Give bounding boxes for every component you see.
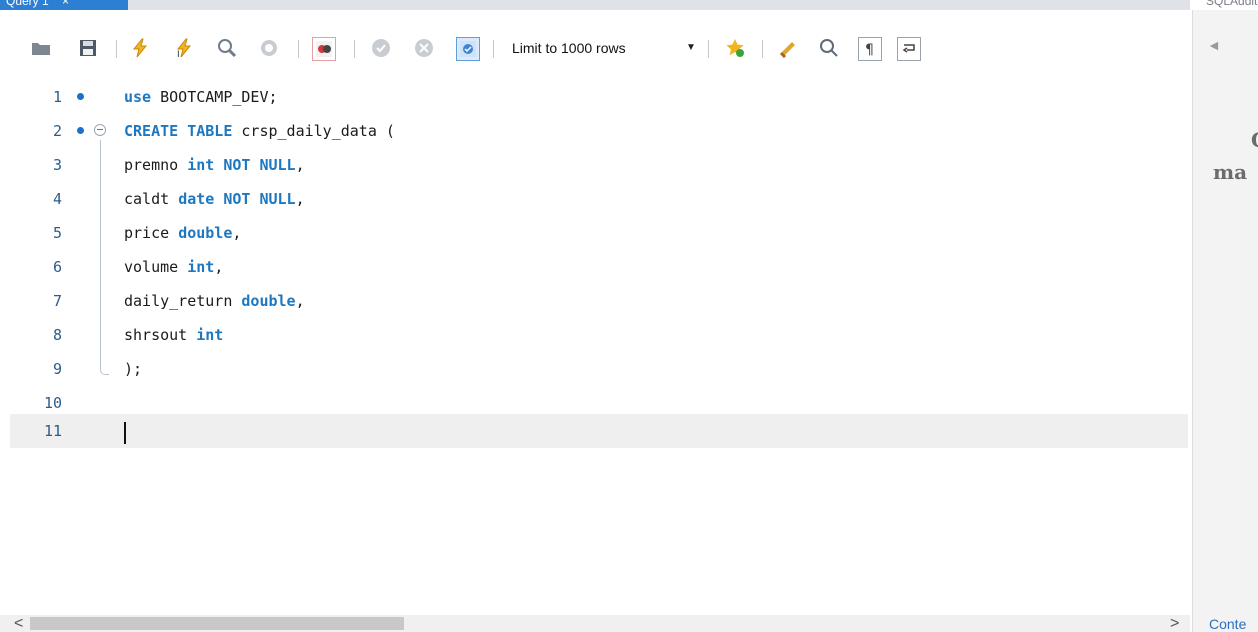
- statement-marker: [77, 127, 84, 134]
- line-number: 9: [52, 360, 62, 378]
- line-number: 6: [52, 258, 62, 276]
- code-line: 8 shrsout int: [10, 318, 1188, 352]
- scroll-left-icon[interactable]: <: [14, 615, 23, 632]
- back-arrow-icon[interactable]: ◄: [1207, 37, 1221, 53]
- execute-statement-icon[interactable]: I: [173, 37, 195, 59]
- chevron-down-icon: ▼: [686, 42, 696, 53]
- open-folder-icon[interactable]: [30, 37, 52, 59]
- limit-rows-select[interactable]: Limit to 1000 rows ▼: [498, 36, 698, 60]
- svg-text:¶: ¶: [865, 42, 874, 58]
- code-line: 3 premno int NOT NULL,: [10, 148, 1188, 182]
- word-wrap-icon[interactable]: [897, 37, 921, 61]
- code-text: premno int NOT NULL,: [124, 156, 305, 174]
- tab-close-icon[interactable]: ×: [62, 0, 69, 8]
- code-text: CREATE TABLE crsp_daily_data (: [124, 122, 395, 140]
- code-text: price double,: [124, 224, 242, 242]
- fold-guide-line: [100, 140, 101, 366]
- code-line: 1 use BOOTCAMP_DEV;: [10, 80, 1188, 114]
- code-line: 4 caldt date NOT NULL,: [10, 182, 1188, 216]
- code-line: 2 CREATE TABLE crsp_daily_data (: [10, 114, 1188, 148]
- code-text: volume int,: [124, 258, 224, 276]
- svg-text:I: I: [177, 50, 180, 58]
- tab-title: Query 1: [6, 0, 49, 8]
- code-line: 9 );: [10, 352, 1188, 386]
- statement-marker: [77, 93, 84, 100]
- tab-sql-additions[interactable]: SQLAdditions: [1192, 0, 1258, 10]
- help-text-line-1: C: [1251, 128, 1258, 152]
- commit-icon[interactable]: [370, 37, 392, 59]
- line-number: 3: [52, 156, 62, 174]
- code-line: 5 price double,: [10, 216, 1188, 250]
- query-toolbar: I Limit to 1000 rows ▼ ¶: [0, 10, 1190, 80]
- stop-icon[interactable]: [258, 37, 280, 59]
- code-text: daily_return double,: [124, 292, 305, 310]
- line-number: 2: [52, 122, 62, 140]
- help-text-line-2: ma: [1213, 160, 1248, 184]
- tab-strip: Query 1 ×: [0, 0, 1190, 10]
- code-text: );: [124, 360, 143, 378]
- save-icon[interactable]: [77, 37, 99, 59]
- toggle-error-icon[interactable]: [312, 37, 336, 61]
- limit-rows-label: Limit to 1000 rows: [512, 40, 626, 56]
- code-line: 7 daily_return double,: [10, 284, 1188, 318]
- line-number: 11: [43, 422, 62, 440]
- horizontal-scrollbar[interactable]: < >: [0, 615, 1190, 632]
- beautify-broom-icon[interactable]: [778, 37, 800, 59]
- rollback-icon[interactable]: [413, 37, 435, 59]
- text-cursor: [124, 422, 126, 444]
- code-text: use BOOTCAMP_DEV;: [124, 88, 278, 106]
- execute-lightning-icon[interactable]: [129, 37, 151, 59]
- tab-query-1[interactable]: Query 1 ×: [0, 0, 128, 10]
- scroll-right-icon[interactable]: >: [1170, 615, 1179, 632]
- code-line-active[interactable]: 11: [10, 414, 1188, 448]
- invisible-chars-icon[interactable]: ¶: [858, 37, 882, 61]
- scroll-thumb[interactable]: [30, 617, 404, 630]
- fold-collapse-icon[interactable]: [94, 124, 106, 136]
- find-magnifier-icon[interactable]: [818, 37, 840, 59]
- code-text: shrsout int: [124, 326, 224, 344]
- line-number: 1: [52, 88, 62, 106]
- sql-additions-panel: ◄ C ma Conte: [1192, 10, 1258, 632]
- line-number: 7: [52, 292, 62, 310]
- context-help-tab[interactable]: Conte: [1209, 616, 1246, 632]
- add-snippet-star-icon[interactable]: [724, 37, 746, 59]
- autocommit-toggle-icon[interactable]: [456, 37, 480, 61]
- explain-icon[interactable]: [216, 37, 238, 59]
- code-text: caldt date NOT NULL,: [124, 190, 305, 208]
- line-number: 4: [52, 190, 62, 208]
- code-line: 6 volume int,: [10, 250, 1188, 284]
- line-number: 5: [52, 224, 62, 242]
- sql-editor[interactable]: 1 use BOOTCAMP_DEV; 2 CREATE TABLE crsp_…: [10, 80, 1190, 615]
- fold-guide-end: [100, 366, 109, 375]
- line-number: 8: [52, 326, 62, 344]
